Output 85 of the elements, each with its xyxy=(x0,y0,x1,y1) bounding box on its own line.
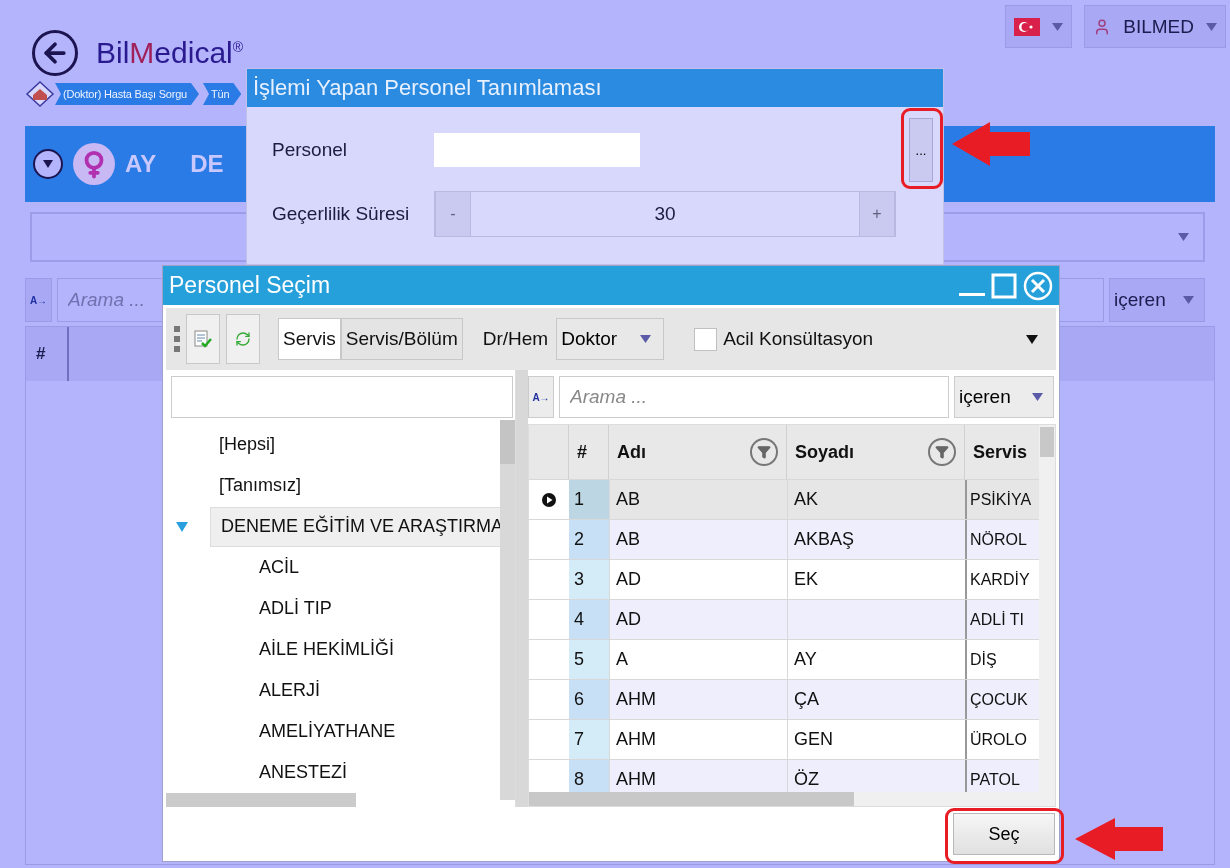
expand-button[interactable] xyxy=(33,149,63,179)
tree-item[interactable]: ALERJİ xyxy=(248,670,332,711)
column-header[interactable]: Servis xyxy=(965,425,1039,479)
search-mode-button[interactable]: A→ xyxy=(528,376,554,418)
caret-icon xyxy=(43,160,53,168)
maximize-icon[interactable] xyxy=(991,272,1017,299)
field-label: Personel xyxy=(272,139,348,161)
filter-icon[interactable] xyxy=(750,438,778,466)
role-dropdown[interactable]: Doktor xyxy=(556,318,665,360)
table-row[interactable]: 7 AHM GEN ÜROLO xyxy=(529,719,1039,759)
refresh-button[interactable] xyxy=(226,314,260,364)
grip-icon xyxy=(174,326,180,352)
table-row[interactable]: 3 AD EK KARDİY xyxy=(529,559,1039,599)
match-mode-dropdown[interactable]: içeren xyxy=(1109,278,1205,322)
breadcrumb-item[interactable]: (Doktor) Hasta Başı Sorgu xyxy=(55,83,199,105)
flag-icon xyxy=(1014,17,1041,36)
patient-name: AY xyxy=(125,150,157,178)
personnel-field[interactable] xyxy=(434,133,640,167)
back-button[interactable] xyxy=(32,30,78,76)
tree-search-field[interactable] xyxy=(171,376,513,418)
tree-item[interactable]: [Hepsi] xyxy=(208,424,287,465)
current-row-icon xyxy=(542,492,556,507)
match-mode-dropdown[interactable]: içeren xyxy=(954,376,1054,418)
scrollbar[interactable] xyxy=(529,792,1055,806)
home-icon[interactable] xyxy=(25,81,55,107)
patient-name: DE xyxy=(190,150,224,178)
search-mode-button[interactable]: A→ xyxy=(25,278,52,322)
language-dropdown[interactable] xyxy=(1005,5,1073,48)
user-dropdown[interactable]: BILMED xyxy=(1084,5,1226,48)
scrollbar[interactable] xyxy=(500,420,515,800)
expand-arrow-icon[interactable] xyxy=(176,521,188,532)
female-avatar-icon xyxy=(73,143,115,185)
caret-icon xyxy=(1183,296,1194,304)
table-row[interactable]: 6 AHM ÇA ÇOCUK xyxy=(529,679,1039,719)
checkbox[interactable] xyxy=(694,327,718,351)
number-spinner[interactable]: - 30 + xyxy=(434,191,896,237)
refresh-icon xyxy=(235,331,251,347)
row-number: 4 xyxy=(569,600,609,639)
pointer-arrow-icon xyxy=(1075,818,1163,860)
caret-icon xyxy=(1052,22,1064,31)
tree-item[interactable]: ADLİ TIP xyxy=(248,588,343,629)
tree-item[interactable]: [Tanımsız] xyxy=(208,465,313,506)
caret-icon xyxy=(1032,393,1043,401)
tree-item[interactable]: ANESTEZİ xyxy=(248,752,358,793)
row-number: 6 xyxy=(569,680,609,719)
select-button[interactable]: Seç xyxy=(953,813,1055,855)
caret-icon xyxy=(1206,22,1217,31)
browse-button[interactable]: ... xyxy=(909,118,933,182)
decrement-button[interactable]: - xyxy=(435,192,471,236)
scrollbar[interactable] xyxy=(1039,425,1055,792)
tree-item[interactable]: AİLE HEKİMLİĞİ xyxy=(248,629,406,670)
field-label: Dr/Hem xyxy=(482,328,549,350)
breadcrumb-item[interactable]: Tün xyxy=(203,83,242,105)
caret-icon xyxy=(1026,334,1038,344)
app-logo: BilMedical$^{®}$ xyxy=(96,36,244,70)
table-row[interactable]: 4 AD ADLİ TI xyxy=(529,599,1039,639)
field-label: Geçerlilik Süresi xyxy=(272,203,411,225)
column-header[interactable]: # xyxy=(26,327,69,381)
row-number: 7 xyxy=(569,720,609,759)
spinner-value: 30 xyxy=(653,202,677,226)
pointer-arrow-icon xyxy=(952,122,1030,166)
row-number: 8 xyxy=(569,760,609,792)
checklist-button[interactable] xyxy=(186,314,220,364)
caret-icon xyxy=(1178,233,1189,241)
dialog-title: İşlemi Yapan Personel Tanımlaması xyxy=(247,69,943,107)
row-number: 5 xyxy=(569,640,609,679)
increment-button[interactable]: + xyxy=(859,192,895,236)
table-row[interactable]: 8 AHM ÖZ PATOL xyxy=(529,759,1039,792)
checkbox-label: Acil Konsültasyon xyxy=(723,328,874,350)
checklist-icon xyxy=(193,329,213,349)
tree-item[interactable]: AMELİYATHANE xyxy=(248,711,407,752)
table-row[interactable]: 2 AB AKBAŞ NÖROL xyxy=(529,519,1039,559)
close-icon[interactable] xyxy=(1023,270,1053,301)
row-number: 2 xyxy=(569,520,609,559)
tree-item[interactable]: ACİL xyxy=(248,547,311,588)
scrollbar[interactable] xyxy=(166,793,356,807)
view-toggle[interactable]: Servis xyxy=(278,318,341,360)
caret-icon xyxy=(640,335,652,343)
table-row[interactable]: 5 A AY DİŞ xyxy=(529,639,1039,679)
row-number: 3 xyxy=(569,560,609,599)
filter-icon[interactable] xyxy=(928,438,956,466)
dialog-title: Personel Seçim xyxy=(169,272,332,299)
row-number: 1 xyxy=(569,480,609,519)
view-toggle[interactable]: Servis/Bölüm xyxy=(340,318,463,360)
table-row[interactable]: 1 AB AK PSİKİYA xyxy=(529,479,1039,519)
